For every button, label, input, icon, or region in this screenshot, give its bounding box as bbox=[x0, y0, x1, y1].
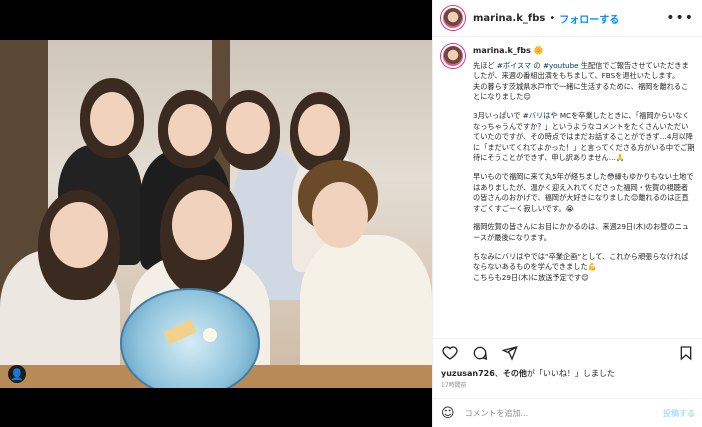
caption-area: marina.k_fbs 🌼 先ほど #ボイスマ の #youtube 生配信で… bbox=[433, 38, 702, 333]
person-5-face bbox=[50, 202, 108, 268]
likes-line: yuzusan726、その他が「いいね！」しました bbox=[441, 368, 615, 379]
caption-p2-a: 3月いっぱいで bbox=[473, 110, 523, 120]
share-icon[interactable] bbox=[501, 344, 519, 362]
caption-body: marina.k_fbs 🌼 先ほど #ボイスマ の #youtube 生配信で… bbox=[473, 44, 695, 283]
person-3-face bbox=[226, 102, 270, 154]
tagged-users-icon[interactable]: 👤 bbox=[8, 365, 26, 383]
heart-icon[interactable] bbox=[441, 344, 459, 362]
caption-paragraph-2: 3月いっぱいで #バリはや MCを卒業したときに、「福岡からいなくなっちゃうんで… bbox=[473, 111, 695, 164]
hashtag-barihaya[interactable]: #バリはや bbox=[523, 111, 558, 120]
post-sidebar: marina.k_fbs • フォローする ••• marina.k_fbs 🌼… bbox=[432, 0, 702, 427]
avatar[interactable] bbox=[441, 6, 465, 30]
caption-p1-b: の bbox=[531, 60, 543, 70]
photo-pane: 👤 bbox=[0, 0, 432, 427]
caption-paragraph-1: 先ほど #ボイスマ の #youtube 生配信でご報告させていただきましたが、… bbox=[473, 61, 695, 103]
verified-icon: 🌼 bbox=[533, 46, 544, 55]
caption-paragraph-5: ちなみにバリはやでは“卒業企画”として、これから頑張らなければならないあるものを… bbox=[473, 251, 689, 282]
post-date[interactable]: 17時間前 bbox=[441, 380, 467, 389]
post-photo[interactable] bbox=[0, 40, 432, 388]
person-2-face bbox=[168, 104, 212, 156]
comment-icon[interactable] bbox=[471, 344, 489, 362]
hashtag-voicema[interactable]: #ボイスマ bbox=[497, 61, 531, 70]
post-header: marina.k_fbs • フォローする ••• bbox=[433, 0, 702, 37]
person-6-face bbox=[172, 190, 232, 260]
hashtag-youtube[interactable]: #youtube bbox=[543, 61, 579, 70]
more-icon[interactable]: ••• bbox=[666, 10, 694, 26]
caption-p1-a: 先ほど bbox=[473, 60, 497, 70]
caption-avatar[interactable] bbox=[441, 44, 465, 68]
header-dot: • bbox=[549, 12, 556, 24]
post-comment-button[interactable]: 投稿する bbox=[663, 408, 695, 419]
likes-user[interactable]: yuzusan726 bbox=[441, 369, 495, 378]
header-username[interactable]: marina.k_fbs bbox=[473, 13, 545, 24]
caption-paragraph-4: 福岡佐賀の皆さんにお目にかかるのは、来週29日(木)のお昼のニュースが最後になり… bbox=[473, 222, 690, 242]
ice-cream bbox=[203, 328, 217, 342]
likes-suffix: が「いいね！」しました bbox=[526, 369, 615, 378]
tagged-users-glyph: 👤 bbox=[10, 367, 24, 381]
likes-sep: 、 bbox=[494, 369, 503, 378]
caption-username-text[interactable]: marina.k_fbs bbox=[473, 46, 531, 55]
person-7-face bbox=[312, 182, 368, 248]
person-4-face bbox=[298, 104, 340, 156]
comment-bar: ☺ 投稿する bbox=[433, 398, 702, 427]
action-bar bbox=[433, 338, 702, 366]
caption-paragraph-3: 早いもので福岡に来て丸5年が経ちました😳縁もゆかりもない土地ではありましたが、温… bbox=[473, 171, 694, 213]
comment-input[interactable] bbox=[464, 408, 663, 418]
emoji-icon[interactable]: ☺ bbox=[441, 406, 455, 421]
caption-row: marina.k_fbs 🌼 先ほど #ボイスマ の #youtube 生配信で… bbox=[441, 44, 695, 283]
likes-other[interactable]: その他 bbox=[503, 369, 527, 378]
caption-username[interactable]: marina.k_fbs 🌼 bbox=[473, 46, 695, 57]
dessert-plate bbox=[120, 288, 260, 388]
bookmark-icon[interactable] bbox=[677, 344, 695, 362]
follow-button[interactable]: フォローする bbox=[559, 11, 619, 26]
person-1-face bbox=[90, 92, 134, 146]
